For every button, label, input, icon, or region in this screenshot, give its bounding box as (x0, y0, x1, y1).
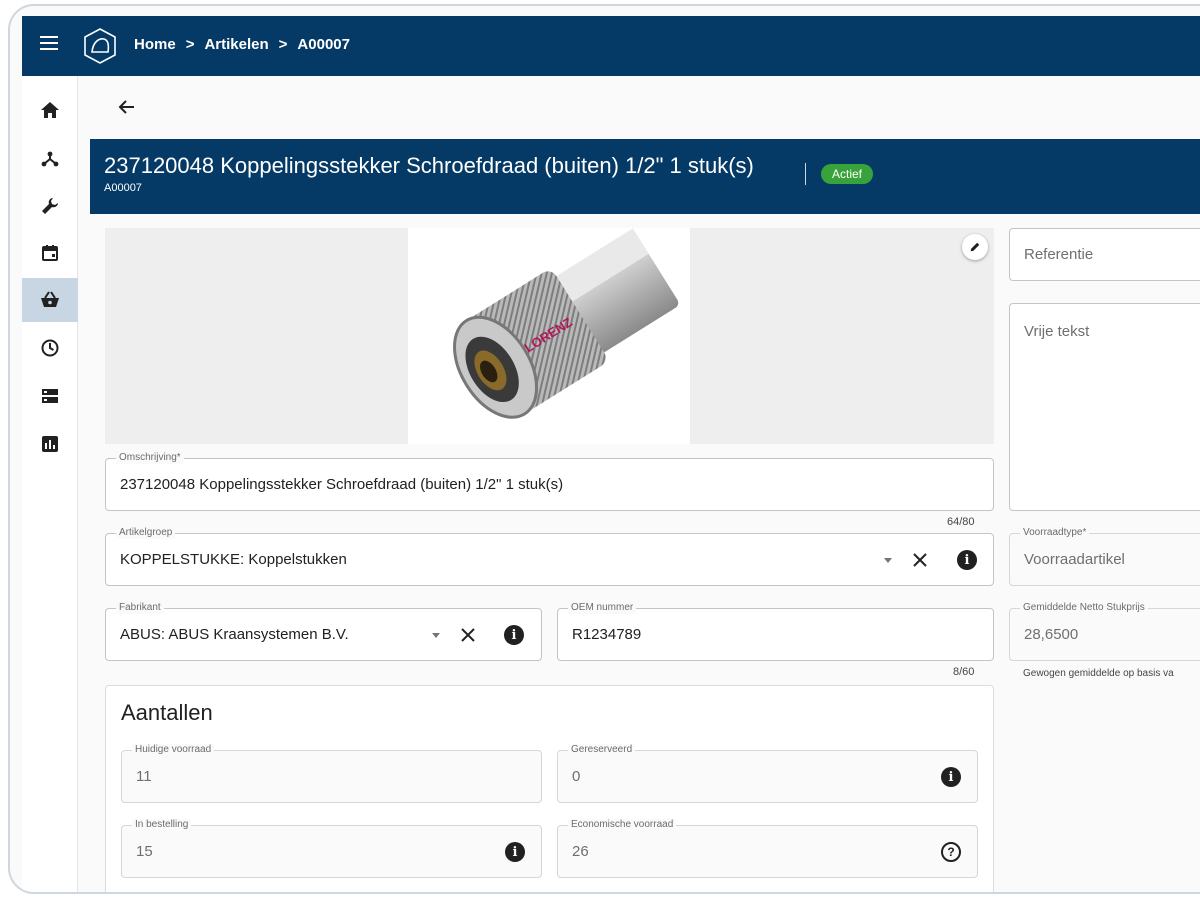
breadcrumb-home[interactable]: Home (134, 36, 176, 53)
vrije-tekst-field[interactable]: Vrije tekst (1009, 303, 1200, 511)
artikelgroep-select[interactable]: Artikelgroep KOPPELSTUKKE: Koppelstukken… (105, 527, 994, 586)
clock-icon (41, 339, 59, 357)
basket-icon (41, 291, 59, 307)
image-padding-left (105, 228, 408, 444)
stukprijs-label: Gemiddelde Netto Stukprijs (1020, 602, 1148, 614)
oem-counter: 8/60 (953, 666, 975, 678)
stukprijs-field: Gemiddelde Netto Stukprijs 28,6500 (1009, 602, 1200, 661)
pencil-icon (970, 242, 980, 252)
info-icon[interactable]: i (957, 550, 977, 570)
aantallen-card: Aantallen Huidige voorraad 11 Gereservee… (105, 685, 994, 892)
clear-icon[interactable] (910, 550, 930, 570)
sidebar-item-maintenance[interactable] (22, 184, 78, 228)
page-title: 237120048 Koppelingsstekker Schroefdraad… (104, 153, 754, 178)
sidebar (22, 76, 78, 892)
gereserveerd-field: Gereserveerd 0 i (557, 744, 978, 803)
voorraadtype-value: Voorraadartikel (1024, 551, 1125, 568)
calendar-icon (42, 245, 58, 261)
fabrikant-label: Fabrikant (116, 602, 164, 614)
sidebar-item-reports[interactable] (22, 422, 78, 466)
oem-label: OEM nummer (568, 602, 637, 614)
info-icon[interactable]: i (505, 842, 525, 862)
artikelgroep-label: Artikelgroep (116, 527, 176, 539)
clear-icon[interactable] (458, 625, 478, 645)
omschrijving-label: Omschrijving* (116, 452, 184, 464)
header-divider (805, 163, 806, 185)
referentie-field[interactable]: Referentie (1009, 228, 1200, 281)
sidebar-item-calendar[interactable] (22, 231, 78, 275)
stukprijs-helper: Gewogen gemiddelde op basis va (1023, 668, 1174, 679)
device-frame: Home > Artikelen > A00007 237120048 Kopp… (8, 4, 1200, 894)
info-icon[interactable]: i (941, 767, 961, 787)
product-image: (T) LORENZ (408, 228, 690, 444)
image-padding-right (690, 228, 994, 444)
fabrikant-select[interactable]: Fabrikant ABUS: ABUS Kraansystemen B.V. … (105, 602, 542, 661)
app-logo (84, 28, 116, 64)
stukprijs-value: 28,6500 (1024, 626, 1079, 643)
breadcrumb-separator: > (185, 36, 195, 53)
dropdown-icon[interactable] (432, 633, 440, 638)
info-icon[interactable]: i (504, 625, 524, 645)
economische-voorraad-label: Economische voorraad (568, 819, 677, 831)
report-icon (42, 436, 58, 452)
breadcrumb: Home > Artikelen > A00007 (134, 36, 350, 53)
article-code: A00007 (104, 182, 142, 194)
fabrikant-value: ABUS: ABUS Kraansystemen B.V. (120, 626, 349, 643)
home-icon (41, 102, 59, 118)
status-badge: Actief (821, 164, 874, 184)
oem-number-field[interactable]: OEM nummer R1234789 (557, 602, 994, 661)
sidebar-item-home[interactable] (22, 88, 78, 132)
back-arrow-icon[interactable] (116, 96, 138, 118)
dropdown-icon[interactable] (884, 558, 892, 563)
breadcrumb-current: A00007 (297, 36, 350, 53)
sidebar-item-hierarchy[interactable] (22, 136, 78, 180)
help-icon[interactable]: ? (941, 842, 961, 862)
omschrijving-counter: 64/80 (947, 516, 975, 528)
storage-icon (42, 389, 58, 403)
huidige-voorraad-field: Huidige voorraad 11 (121, 744, 542, 803)
vrije-tekst-placeholder: Vrije tekst (1024, 323, 1090, 340)
breadcrumb-separator: > (278, 36, 288, 53)
breadcrumb-artikelen[interactable]: Artikelen (204, 36, 268, 53)
economische-voorraad-field: Economische voorraad 26 ? (557, 819, 978, 878)
gereserveerd-value: 0 (572, 768, 581, 785)
voorraadtype-field[interactable]: Voorraadtype* Voorraadartikel (1009, 527, 1200, 586)
sidebar-item-storage[interactable] (22, 374, 78, 418)
in-bestelling-field: In bestelling 15 i (121, 819, 542, 878)
article-image-area: (T) LORENZ (105, 228, 994, 444)
wrench-icon (42, 198, 58, 214)
huidige-voorraad-value: 11 (136, 768, 152, 785)
oem-value: R1234789 (572, 626, 642, 643)
voorraadtype-label: Voorraadtype* (1020, 527, 1090, 539)
omschrijving-field[interactable]: Omschrijving* 237120048 Koppelingsstekke… (105, 452, 994, 511)
artikelgroep-value: KOPPELSTUKKE: Koppelstukken (120, 551, 347, 568)
app-screen: Home > Artikelen > A00007 237120048 Kopp… (22, 16, 1200, 892)
hierarchy-icon (41, 151, 59, 167)
omschrijving-value: 237120048 Koppelingsstekker Schroefdraad… (120, 476, 564, 493)
menu-icon[interactable] (40, 36, 58, 50)
huidige-voorraad-label: Huidige voorraad (132, 744, 215, 756)
sidebar-item-articles[interactable] (22, 278, 78, 322)
article-header: 237120048 Koppelingsstekker Schroefdraad… (90, 139, 1200, 214)
sidebar-item-history[interactable] (22, 326, 78, 370)
in-bestelling-label: In bestelling (132, 819, 192, 831)
referentie-placeholder: Referentie (1024, 246, 1094, 263)
edit-image-button[interactable] (962, 234, 988, 260)
aantallen-title: Aantallen (121, 700, 213, 725)
economische-voorraad-value: 26 (572, 843, 589, 860)
in-bestelling-value: 15 (136, 843, 153, 860)
gereserveerd-label: Gereserveerd (568, 744, 636, 756)
top-bar: Home > Artikelen > A00007 (22, 16, 1200, 76)
